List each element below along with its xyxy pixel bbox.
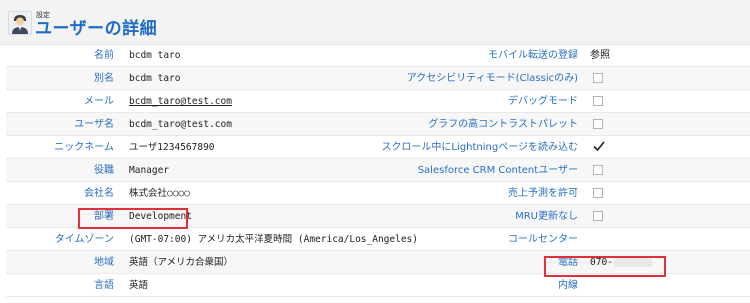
field-label-email: メール (84, 96, 114, 107)
detail-row-name: 名前 bcdm taro モバイル転送の登録 参照 (6, 44, 750, 67)
setting-label-1: アクセシビリティモード(Classicのみ) (406, 73, 578, 84)
detail-row-locale: 地域 英語（アメリカ合衆国） 電話 070- (6, 251, 750, 274)
setting-checkbox-7[interactable] (593, 211, 603, 221)
field-label-nickname: ニックネーム (54, 142, 114, 153)
field-value-name: bcdm taro (129, 50, 181, 61)
field-label-alias: 別名 (94, 73, 114, 84)
field-label-title: 役職 (94, 165, 114, 176)
setting-label-2: デバッグモード (508, 96, 578, 107)
setting-checkbox-2[interactable] (593, 96, 603, 106)
field-label-username: ユーザ名 (74, 119, 114, 130)
phone-value: 070- (590, 257, 613, 268)
detail-row-alias: 別名 bcdm taro アクセシビリティモード(Classicのみ) (6, 67, 750, 90)
field-value-nickname: ユーザ1234567890 (129, 142, 215, 153)
detail-row-language: 言語 英語 内線 (6, 274, 750, 297)
setting-label-3: グラフの高コントラストパレット (428, 119, 578, 130)
phone-redacted (614, 258, 652, 267)
user-avatar-icon (8, 11, 32, 35)
setting-label-5: Salesforce CRM Contentユーザー (417, 165, 578, 176)
user-detail-table: 名前 bcdm taro モバイル転送の登録 参照別名 bcdm taro アクセシビリテ… (6, 44, 750, 297)
field-value-language: 英語 (129, 280, 149, 291)
field-value-username: bcdm_taro@test.com (129, 119, 232, 130)
field-label-timezone: タイムゾーン (54, 234, 114, 245)
detail-row-email: メール bcdm_taro@test.com デバッグモード (6, 90, 750, 113)
setting-label-0: モバイル転送の登録 (488, 50, 578, 61)
setting-label-9: 電話 (558, 257, 578, 268)
setting-checkbox-5[interactable] (593, 165, 603, 175)
field-value-title: Manager (129, 165, 170, 176)
setting-label-7: MRU更新なし (515, 211, 578, 222)
breadcrumb: 設定 (36, 11, 50, 19)
setting-label-10: 内線 (558, 280, 578, 291)
detail-row-department: 部署 Development MRU更新なし (6, 205, 750, 228)
page-title: ユーザーの詳細 (35, 19, 158, 39)
page-header: 設定 ユーザーの詳細 (0, 0, 750, 45)
field-value-alias: bcdm taro (129, 73, 181, 84)
detail-row-timezone: タイムゾーン (GMT-07:00) アメリカ太平洋夏時間 (America/Lo… (6, 228, 750, 251)
field-label-language: 言語 (94, 280, 114, 291)
field-label-name: 名前 (94, 50, 114, 61)
setting-label-4: スクロール中にLightningページを読み込む (381, 142, 578, 153)
setting-label-8: コールセンター (508, 234, 578, 245)
field-value-locale: 英語（アメリカ合衆国） (129, 257, 234, 268)
setting-checkbox-3[interactable] (593, 119, 603, 129)
setting-label-6: 売上予測を許可 (508, 188, 578, 199)
field-value-email[interactable]: bcdm_taro@test.com (129, 90, 232, 113)
detail-row-username: ユーザ名 bcdm_taro@test.com グラフの高コントラストパレット (6, 113, 750, 136)
field-value-company: 株式会社○○○○ (129, 188, 190, 199)
setting-checkbox-6[interactable] (593, 188, 603, 198)
detail-row-title: 役職 Manager Salesforce CRM Contentユーザー (6, 159, 750, 182)
detail-row-company: 会社名 株式会社○○○○ 売上予測を許可 (6, 182, 750, 205)
detail-row-nickname: ニックネーム ユーザ1234567890 スクロール中にLightningページを読… (6, 136, 750, 159)
field-value-department: Development (129, 211, 192, 222)
setting-checkbox-1[interactable] (593, 73, 603, 83)
field-label-company: 会社名 (84, 188, 114, 199)
checkmark-icon[interactable] (592, 139, 606, 153)
field-label-department: 部署 (94, 211, 114, 222)
field-label-locale: 地域 (94, 257, 114, 268)
setting-value-0: 参照 (590, 50, 610, 61)
